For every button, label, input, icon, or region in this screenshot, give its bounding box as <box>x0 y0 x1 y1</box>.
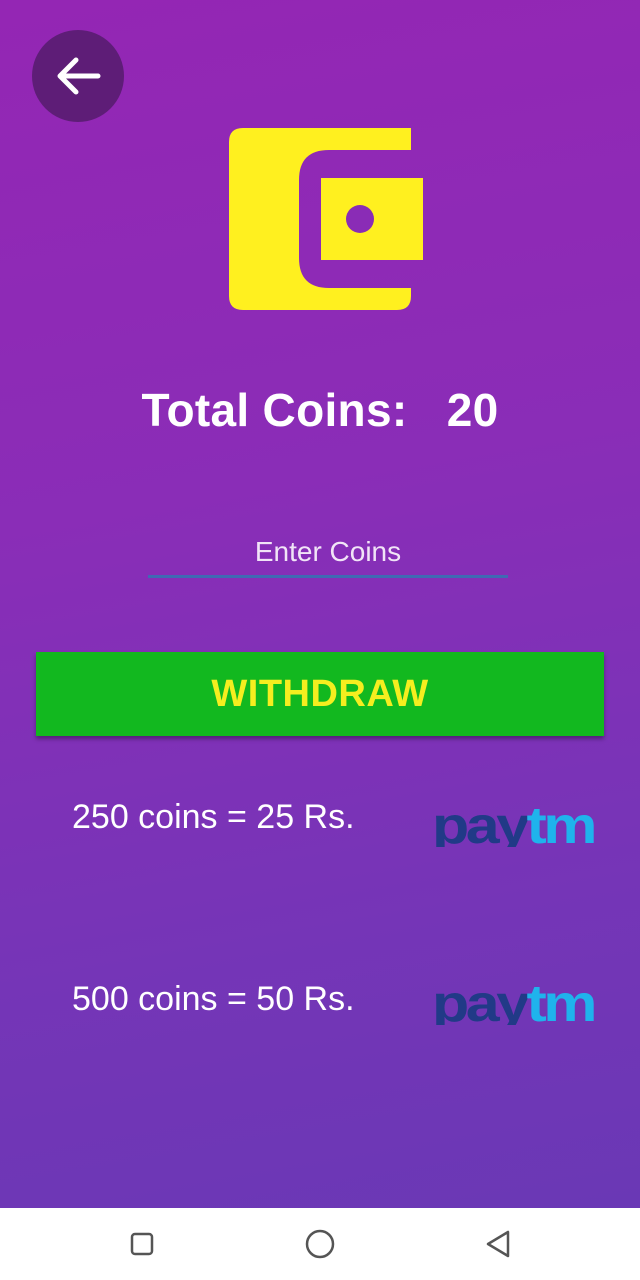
total-coins-value: 20 <box>446 384 499 436</box>
triangle-back-icon <box>486 1230 510 1258</box>
svg-text:paytm: pay tm <box>432 797 594 847</box>
system-nav-bar <box>0 1208 640 1280</box>
paytm-logo: pay tm <box>432 797 594 847</box>
home-button[interactable] <box>302 1226 338 1262</box>
enter-coins-input[interactable] <box>148 528 508 578</box>
rate-text-250: 250 coins = 25 Rs. <box>72 798 355 836</box>
app-screen: Total Coins: 20 WITHDRAW 250 coins = 25 … <box>0 0 640 1208</box>
rate-text-500: 500 coins = 50 Rs. <box>72 980 355 1018</box>
circle-icon <box>305 1229 335 1259</box>
recents-button[interactable] <box>124 1226 160 1262</box>
arrow-left-icon <box>57 57 101 95</box>
total-coins: Total Coins: 20 <box>0 383 640 437</box>
nav-back-button[interactable] <box>480 1226 516 1262</box>
square-icon <box>130 1232 154 1256</box>
withdraw-button[interactable]: WITHDRAW <box>36 652 604 736</box>
total-coins-label: Total Coins: <box>141 384 408 436</box>
wallet-icon <box>229 128 423 310</box>
paytm-logo: pay tm <box>432 975 594 1025</box>
back-button[interactable] <box>32 30 124 122</box>
svg-text:paytm: pay tm <box>432 975 594 1025</box>
